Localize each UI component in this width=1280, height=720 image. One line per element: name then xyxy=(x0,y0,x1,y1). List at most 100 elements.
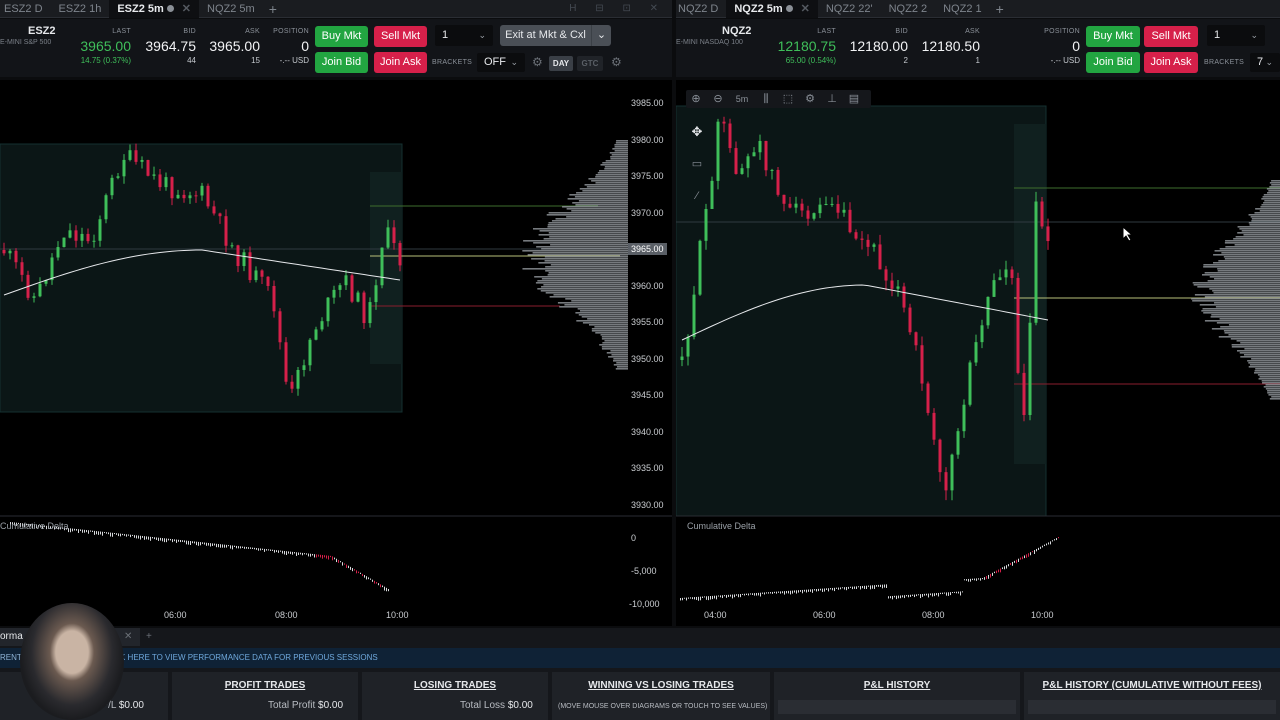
join-bid-button[interactable]: Join Bid xyxy=(1086,52,1140,73)
cumulative-delta-bar xyxy=(872,585,873,589)
volume-profile-bar xyxy=(591,330,628,332)
cumulative-delta-bar xyxy=(1046,543,1047,546)
tab-nqz2-1[interactable]: NQZ2 1 xyxy=(935,0,990,18)
cumulative-delta-bar xyxy=(738,594,739,598)
tab-nqz2-d[interactable]: NQZ2 D xyxy=(676,0,726,18)
pnl-history-cumulative-title[interactable]: P&L HISTORY (CUMULATIVE WITHOUT FEES) xyxy=(1024,680,1280,691)
bar-type-icon[interactable]: ⫼ xyxy=(758,91,774,107)
cumulative-delta-bar xyxy=(216,543,217,548)
cumulative-delta-bar xyxy=(234,545,235,547)
tab-nqz2-2[interactable]: NQZ2 2 xyxy=(881,0,936,18)
candle xyxy=(110,177,114,196)
cumulative-delta-bar xyxy=(204,542,205,545)
cumulative-delta-bar xyxy=(298,552,299,556)
volume-profile-bar xyxy=(591,328,628,330)
pnl-history-title[interactable]: P&L HISTORY xyxy=(774,680,1020,691)
left-candlestick-chart[interactable] xyxy=(0,80,672,626)
volume-profile-bar xyxy=(569,194,628,196)
crosshair-icon[interactable]: ✥ xyxy=(689,124,705,140)
tab-esz2-5m[interactable]: ESZ2 5m ✕ xyxy=(109,0,200,18)
timeframe-button[interactable]: 5m xyxy=(732,91,752,107)
add-tab-icon[interactable]: + xyxy=(263,1,283,17)
add-tab-icon[interactable]: + xyxy=(990,1,1010,17)
volume-profile-bar xyxy=(1248,362,1280,364)
cumulative-delta-bar xyxy=(830,588,831,590)
volume-profile-bar xyxy=(553,294,628,296)
close-tab-icon[interactable]: ✕ xyxy=(124,628,132,646)
volume-profile-bar xyxy=(1251,358,1280,360)
quantity-select[interactable]: 1 ⌄ xyxy=(1207,25,1265,46)
tab-nqz2-22[interactable]: NQZ2 22' xyxy=(818,0,881,18)
cumulative-delta-bar xyxy=(192,541,193,544)
zoom-out-icon[interactable]: ⊖ xyxy=(710,91,726,107)
profit-trades-title[interactable]: PROFIT TRADES xyxy=(172,680,358,691)
volume-profile-bar xyxy=(595,176,628,178)
volume-profile-bar xyxy=(582,322,628,324)
gear-icon[interactable]: ⚙ xyxy=(532,55,543,69)
indicators-icon[interactable]: ⊥ xyxy=(824,91,840,107)
candle xyxy=(758,140,762,153)
volume-profile-bar xyxy=(1237,232,1280,234)
tab-nqz2-5m-right[interactable]: NQZ2 5m ✕ xyxy=(726,0,818,18)
candle xyxy=(224,216,228,246)
volume-profile-bar xyxy=(1271,184,1280,186)
tab-nqz2-5m[interactable]: NQZ2 5m xyxy=(199,0,263,18)
cumulative-delta-bar xyxy=(250,547,251,549)
add-tab-icon[interactable]: + xyxy=(146,628,152,646)
cumulative-delta-bar xyxy=(166,538,167,543)
note-icon[interactable]: ▭ xyxy=(689,156,705,172)
cumulative-delta-bar xyxy=(340,561,341,563)
buy-market-button[interactable]: Buy Mkt xyxy=(1086,26,1140,47)
cumulative-delta-bar xyxy=(254,547,255,550)
chevron-down-icon[interactable]: ⌄ xyxy=(591,25,611,46)
selection-icon[interactable]: ⬚ xyxy=(780,91,796,107)
candle xyxy=(776,169,780,195)
volume-profile-bar xyxy=(1268,394,1280,396)
close-tab-icon[interactable]: ✕ xyxy=(801,3,810,15)
exit-at-market-cancel-button[interactable]: Exit at Mkt & Cxl ⌄ xyxy=(500,25,611,46)
cumulative-delta-bar xyxy=(766,592,767,594)
volume-profile-bar xyxy=(540,290,628,292)
previous-sessions-link[interactable]: K HERE TO VIEW PERFORMANCE DATA FOR PREV… xyxy=(120,648,378,668)
quantity-select[interactable]: 1 ⌄ xyxy=(435,25,493,46)
join-bid-button[interactable]: Join Bid xyxy=(315,52,368,73)
cumulative-delta-bar xyxy=(1038,547,1039,550)
close-tab-icon[interactable]: ✕ xyxy=(182,3,191,15)
tif-day-toggle[interactable]: DAY xyxy=(549,56,573,71)
sell-market-button[interactable]: Sell Mkt xyxy=(374,26,427,47)
settings-icon[interactable]: ⚙ xyxy=(802,91,818,107)
cd-axis-label: -5,000 xyxy=(631,566,657,576)
brackets-select[interactable]: 7 ⌄ xyxy=(1250,53,1280,72)
join-ask-button[interactable]: Join Ask xyxy=(374,52,427,73)
profit-trades-card: PROFIT TRADES Total Profit $0.00 xyxy=(172,672,358,720)
price-axis-label: 3975.00 xyxy=(631,171,664,181)
right-candlestick-chart[interactable] xyxy=(676,80,1280,626)
join-ask-button[interactable]: Join Ask xyxy=(1144,52,1198,73)
volume-profile-bar xyxy=(545,270,628,272)
layout-icon[interactable]: ▤ xyxy=(846,91,862,107)
cumulative-delta-bar xyxy=(990,573,991,578)
tab-esz2-d[interactable]: ESZ2 D xyxy=(0,0,51,18)
buy-market-button[interactable]: Buy Mkt xyxy=(315,26,368,47)
sell-market-button[interactable]: Sell Mkt xyxy=(1144,26,1198,47)
window-controls-icon[interactable]: H ⊟ ⊡ ✕ xyxy=(569,0,666,18)
time-axis-label: 10:00 xyxy=(386,610,409,620)
zoom-in-icon[interactable]: ⊕ xyxy=(688,91,704,107)
tif-gtc-toggle[interactable]: GTC xyxy=(577,56,603,71)
cumulative-delta-bar xyxy=(1028,553,1029,557)
cumulative-delta-bar xyxy=(360,572,361,575)
gear-icon[interactable]: ⚙ xyxy=(611,55,622,69)
volume-profile-bar xyxy=(600,334,628,336)
candle xyxy=(710,180,714,209)
losing-trades-title[interactable]: LOSING TRADES xyxy=(362,680,548,691)
webcam-overlay xyxy=(20,603,124,720)
chart-toolbar: ⊕ ⊖ 5m ⫼ ⬚ ⚙ ⊥ ▤ xyxy=(686,90,871,108)
tab-esz2-1h[interactable]: ESZ2 1h xyxy=(51,0,110,18)
draw-line-icon[interactable]: ⁄ xyxy=(689,188,705,204)
candle xyxy=(386,227,390,248)
brackets-select[interactable]: OFF ⌄ xyxy=(477,53,525,72)
volume-profile-bar xyxy=(1251,218,1280,220)
candle xyxy=(200,185,204,196)
cumulative-delta-bar xyxy=(182,540,183,542)
winning-vs-losing-title[interactable]: WINNING VS LOSING TRADES xyxy=(552,680,770,691)
